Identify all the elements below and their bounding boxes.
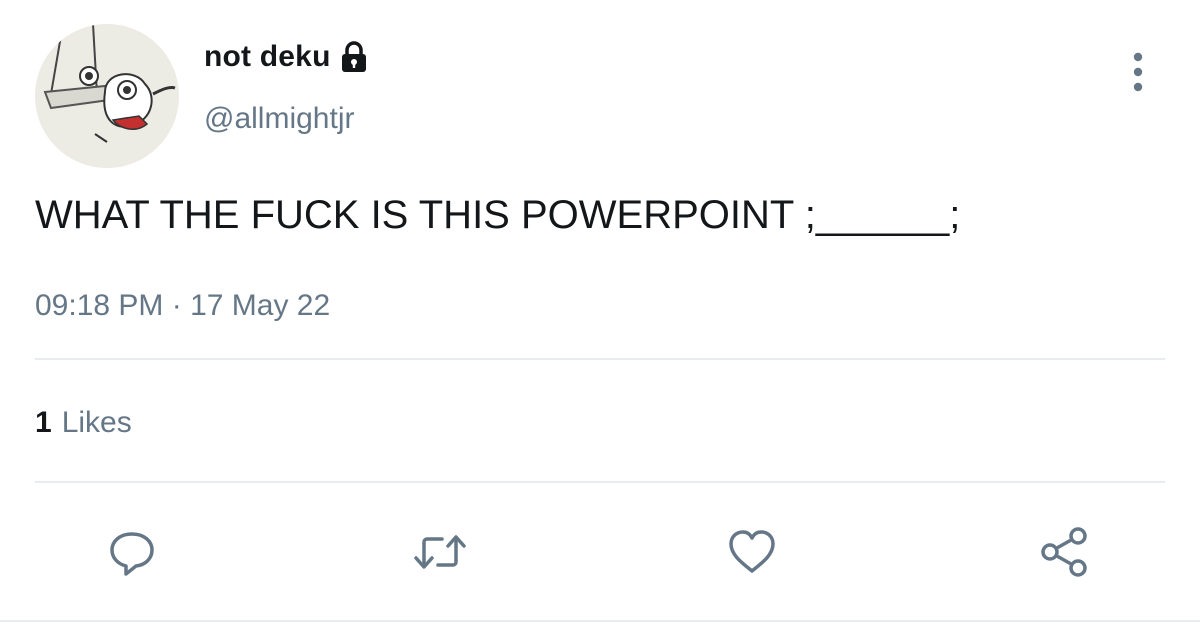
reply-icon <box>106 526 158 583</box>
divider <box>0 620 1200 622</box>
avatar[interactable] <box>35 24 179 168</box>
tweet-text: WHAT THE FUCK IS THIS POWERPOINT ;______… <box>35 193 961 237</box>
reply-button[interactable] <box>102 524 162 584</box>
user-handle[interactable]: @allmightjr <box>204 102 354 136</box>
display-name-row: not deku <box>204 40 369 74</box>
display-name[interactable]: not deku <box>204 40 331 74</box>
retweet-icon <box>412 526 468 583</box>
divider <box>35 481 1165 483</box>
retweet-button[interactable] <box>410 524 470 584</box>
divider <box>35 358 1165 360</box>
heart-icon <box>725 527 779 582</box>
like-button[interactable] <box>722 524 782 584</box>
likes-stat[interactable]: 1 Likes <box>35 406 132 440</box>
share-button[interactable] <box>1034 524 1094 584</box>
likes-count: 1 <box>35 406 52 439</box>
avatar-illustration <box>35 24 179 168</box>
tweet-timestamp[interactable]: 09:18 PM · 17 May 22 <box>35 289 330 323</box>
share-icon <box>1036 524 1092 585</box>
lock-icon <box>339 41 369 73</box>
more-options-icon[interactable] <box>1126 50 1150 94</box>
likes-label: Likes <box>61 406 132 439</box>
